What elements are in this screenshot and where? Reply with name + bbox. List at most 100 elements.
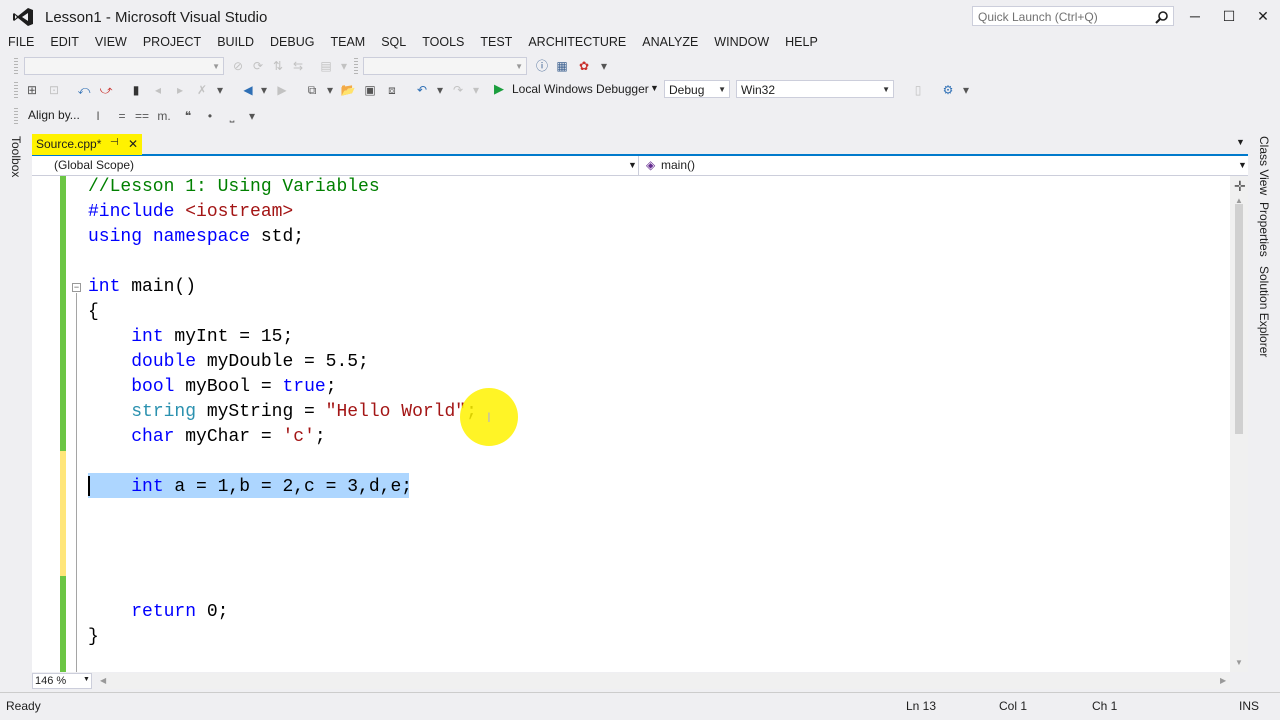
- scroll-left-icon[interactable]: ◀: [100, 676, 106, 685]
- code-line[interactable]: return 0;: [88, 600, 228, 625]
- sync-icon[interactable]: ⇅: [270, 58, 286, 74]
- next-bookmark-icon[interactable]: ▸: [172, 82, 188, 98]
- clear-bookmarks-icon[interactable]: ✗: [194, 82, 210, 98]
- code-line[interactable]: using namespace std;: [88, 225, 304, 250]
- overflow-icon[interactable]: ▾: [596, 58, 612, 74]
- menu-build[interactable]: BUILD: [213, 32, 262, 52]
- align-double-equals-icon[interactable]: ==: [134, 108, 150, 124]
- new-item-icon[interactable]: ⧉: [304, 82, 320, 98]
- new-project-icon[interactable]: ⊞: [24, 82, 40, 98]
- split-icon[interactable]: ✛: [1234, 178, 1246, 195]
- bookmark-icon[interactable]: ▮: [128, 82, 144, 98]
- menu-architecture[interactable]: ARCHITECTURE: [524, 32, 634, 52]
- solution-config-combo[interactable]: ▼: [24, 57, 224, 75]
- code-line[interactable]: //Lesson 1: Using Variables: [88, 176, 380, 200]
- configuration-combo[interactable]: Debug ▼: [664, 80, 730, 98]
- menu-analyze[interactable]: ANALYZE: [638, 32, 706, 52]
- scroll-down-icon[interactable]: ▼: [1235, 658, 1243, 667]
- overflow-icon[interactable]: ▾: [212, 82, 228, 98]
- pin-icon[interactable]: ⊣: [110, 137, 119, 148]
- dropdown-arrow-icon[interactable]: ▾: [336, 58, 352, 74]
- toolbar-grip[interactable]: [14, 58, 18, 74]
- overflow-icon[interactable]: ▾: [958, 82, 974, 98]
- menu-sql[interactable]: SQL: [377, 32, 414, 52]
- code-line[interactable]: {: [88, 300, 99, 325]
- code-editor[interactable]: − //Lesson 1: Using Variables #include <i…: [32, 176, 1248, 672]
- redo-icon[interactable]: ↷: [450, 82, 466, 98]
- tab-source-cpp[interactable]: Source.cpp* ⊣ ✕: [32, 134, 142, 155]
- menu-edit[interactable]: EDIT: [46, 32, 86, 52]
- vertical-scrollbar[interactable]: ✛ ▲ ▼: [1230, 176, 1248, 672]
- refresh-icon[interactable]: ⟳: [250, 58, 266, 74]
- align-dot-icon[interactable]: •: [202, 108, 218, 124]
- menu-view[interactable]: VIEW: [91, 32, 135, 52]
- scroll-thumb[interactable]: [1235, 204, 1243, 434]
- toolbar-grip[interactable]: [354, 58, 358, 74]
- prev-bookmark-icon[interactable]: ◂: [150, 82, 166, 98]
- align-member-icon[interactable]: m.: [156, 108, 172, 124]
- close-tab-icon[interactable]: ✕: [128, 137, 138, 151]
- save-all-icon[interactable]: ⧈: [384, 82, 400, 98]
- info-icon[interactable]: ⓘ: [534, 58, 550, 74]
- code-line[interactable]: string myString = "Hello World";: [88, 400, 477, 425]
- undo-checkout-icon[interactable]: ⤺: [76, 82, 92, 98]
- connect-icon[interactable]: ⇆: [290, 58, 306, 74]
- tab-overflow-icon[interactable]: ▼: [1236, 137, 1245, 147]
- dropdown-arrow-icon[interactable]: ▾: [468, 82, 484, 98]
- overflow-icon[interactable]: ▾: [244, 108, 260, 124]
- member-dropdown[interactable]: ◈ main() ▼: [642, 156, 1248, 175]
- code-line[interactable]: int myInt = 15;: [88, 325, 293, 350]
- grid-view-icon[interactable]: ▦: [554, 58, 570, 74]
- collapse-toggle-icon[interactable]: −: [72, 283, 81, 292]
- close-window-button[interactable]: ✕: [1248, 6, 1278, 26]
- toolbar-grip[interactable]: [14, 82, 18, 98]
- code-line[interactable]: double myDouble = 5.5;: [88, 350, 369, 375]
- code-line[interactable]: bool myBool = true;: [88, 375, 336, 400]
- align-by-label[interactable]: Align by...: [28, 108, 80, 122]
- minimize-button[interactable]: ─: [1180, 6, 1210, 26]
- menu-help[interactable]: HELP: [781, 32, 826, 52]
- solution-explorer-tab[interactable]: Solution Explorer: [1257, 266, 1271, 357]
- undo-icon[interactable]: ↶: [414, 82, 430, 98]
- menu-tools[interactable]: TOOLS: [418, 32, 472, 52]
- horizontal-scrollbar[interactable]: ◀ ▶: [100, 673, 1230, 689]
- code-line[interactable]: char myChar = 'c';: [88, 425, 325, 450]
- quick-launch-input[interactable]: Quick Launch (Ctrl+Q): [972, 6, 1174, 26]
- menu-window[interactable]: WINDOW: [710, 32, 777, 52]
- class-view-tab[interactable]: Class View: [1257, 136, 1271, 195]
- menu-project[interactable]: PROJECT: [139, 32, 209, 52]
- table-icon[interactable]: ▤: [318, 58, 334, 74]
- menu-team[interactable]: TEAM: [326, 32, 373, 52]
- menu-test[interactable]: TEST: [476, 32, 520, 52]
- open-file-icon[interactable]: 📂: [340, 82, 356, 98]
- code-line[interactable]: }: [88, 625, 99, 650]
- align-space-icon[interactable]: ⎵: [224, 108, 240, 124]
- add-item-icon[interactable]: ⊡: [46, 82, 62, 98]
- align-quote-icon[interactable]: ❝: [180, 108, 196, 124]
- toolbox-tab[interactable]: Toolbox: [9, 136, 23, 177]
- attach-icon[interactable]: ⚙: [940, 82, 956, 98]
- menu-file[interactable]: FILE: [4, 32, 42, 52]
- dropdown-arrow-icon[interactable]: ▾: [322, 82, 338, 98]
- check-icon[interactable]: ⊘: [230, 58, 246, 74]
- scope-dropdown[interactable]: (Global Scope) ▼: [32, 156, 639, 175]
- code-line[interactable]: int main(): [88, 275, 196, 300]
- dropdown-arrow-icon[interactable]: ▾: [256, 82, 272, 98]
- menu-debug[interactable]: DEBUG: [266, 32, 322, 52]
- toolbar-grip[interactable]: [14, 108, 18, 124]
- code-line[interactable]: #include <iostream>: [88, 200, 293, 225]
- start-debugging-button[interactable]: ▶ Local Windows Debugger ▼: [490, 79, 660, 99]
- find-icon[interactable]: ▯: [910, 82, 926, 98]
- scroll-right-icon[interactable]: ▶: [1220, 676, 1226, 685]
- align-equals-icon[interactable]: =: [114, 108, 130, 124]
- dropdown-arrow-icon[interactable]: ▾: [432, 82, 448, 98]
- zoom-combo[interactable]: 146 % ▼: [32, 673, 92, 689]
- properties-tab[interactable]: Properties: [1257, 202, 1271, 257]
- package-icon[interactable]: ✿: [576, 58, 592, 74]
- database-combo[interactable]: ▼: [363, 57, 527, 75]
- code-line[interactable]: int a = 1,b = 2,c = 3,d,e;: [88, 475, 412, 500]
- navigate-back-icon[interactable]: ◀: [240, 82, 256, 98]
- navigate-forward-icon[interactable]: ▶: [274, 82, 290, 98]
- save-icon[interactable]: ▣: [362, 82, 378, 98]
- undo-pending-icon[interactable]: ⤻: [98, 82, 114, 98]
